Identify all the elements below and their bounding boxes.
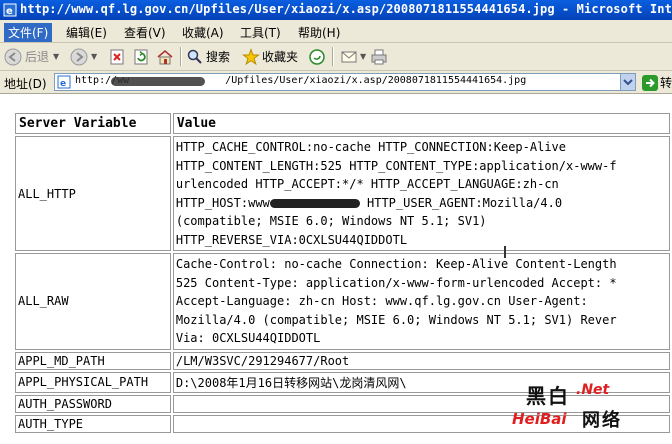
forward-button[interactable]: ▼ (70, 46, 97, 67)
forward-dropdown-icon[interactable]: ▼ (91, 52, 97, 61)
stop-icon (110, 49, 124, 64)
media-icon (309, 48, 325, 65)
media-button[interactable] (308, 46, 326, 67)
page-icon: e (57, 75, 71, 89)
address-input[interactable]: e http://ww/Upfiles/User/xiaozi/x.asp/20… (54, 73, 624, 91)
value-line: 525 Content-Type: application/x-www-form… (175, 275, 617, 290)
watermark-net: .Net (576, 382, 610, 398)
print-button[interactable] (370, 46, 388, 67)
value-line: Via: 0CXLSU44QIDDOTL (175, 331, 321, 345)
back-arrow-icon (4, 48, 22, 65)
watermark-cn-bottom: 网络 (582, 410, 622, 431)
variable-name: AUTH_PASSWORD (15, 394, 171, 413)
back-dropdown-icon[interactable]: ▼ (53, 52, 59, 61)
url-redaction-smudge (111, 77, 205, 86)
value-line: HTTP_REVERSE_VIA:0CXLSU44QIDDOTL (175, 232, 408, 247)
table-header-row: Server Variable Value (15, 113, 670, 134)
value-line: HTTP_CACHE_CONTROL:no-cache HTTP_CONNECT… (175, 140, 566, 154)
table-row: ALL_HTTP HTTP_CACHE_CONTROL:no-cache HTT… (15, 136, 670, 251)
back-label: 后退 (25, 50, 50, 64)
variable-value: /LM/W3SVC/291294677/Root (172, 351, 670, 370)
search-button[interactable]: 搜索 (186, 46, 230, 67)
variable-name: AUTH_TYPE (15, 414, 171, 433)
back-button[interactable]: 后退 ▼ (4, 46, 59, 67)
value-line-part: HTTP_HOST:www (175, 195, 270, 210)
search-label: 搜索 (206, 50, 231, 64)
menu-view[interactable]: 查看(V) (120, 23, 170, 42)
value-line: HTTP_CONTENT_LENGTH:525 HTTP_CONTENT_TYP… (175, 158, 617, 173)
variable-value: Cache-Control: no-cache Connection: Keep… (172, 253, 670, 350)
menu-tools[interactable]: 工具(T) (236, 23, 285, 42)
menu-file[interactable]: 文件(F) (4, 23, 53, 42)
mail-button[interactable]: ▼ (340, 46, 366, 67)
variable-value: HTTP_CACHE_CONTROL:no-cache HTTP_CONNECT… (172, 136, 670, 251)
home-icon (157, 49, 173, 64)
refresh-icon (134, 49, 148, 64)
menu-edit[interactable]: 编辑(E) (62, 23, 111, 42)
address-url-suffix: /Upfiles/User/xiaozi/x.asp/2008071811554… (225, 75, 527, 86)
forward-arrow-icon (70, 48, 88, 65)
chevron-down-icon (623, 79, 633, 86)
home-button[interactable] (156, 46, 174, 67)
address-dropdown-button[interactable] (620, 73, 636, 91)
toolbar-separator (332, 47, 334, 66)
column-header-variable: Server Variable (15, 113, 171, 134)
toolbar-separator (180, 47, 182, 66)
print-icon (371, 49, 387, 64)
variable-name: ALL_RAW (15, 253, 171, 350)
go-label: 转到 (660, 76, 672, 90)
value-line: urlencoded HTTP_ACCEPT:*/* HTTP_ACCEPT_L… (175, 177, 559, 191)
table-row: APPL_MD_PATH /LM/W3SVC/291294677/Root (15, 351, 670, 370)
go-button[interactable]: 转到 (642, 74, 672, 91)
table-row: ALL_RAW Cache-Control: no-cache Connecti… (15, 253, 670, 350)
mail-dropdown-icon[interactable]: ▼ (360, 52, 366, 61)
text-cursor-icon (504, 246, 506, 258)
menu-bar: 文件(F) 编辑(E) 查看(V) 收藏(A) 工具(T) 帮助(H) (0, 20, 672, 43)
favorites-button[interactable]: 收藏夹 (242, 46, 298, 67)
value-line: (compatible; MSIE 6.0; Windows NT 5.1; S… (175, 214, 487, 228)
value-line: Accept-Language: zh-cn Host: www.qf.lg.g… (175, 294, 588, 308)
mail-icon (341, 51, 357, 62)
search-icon (187, 49, 202, 64)
menu-help[interactable]: 帮助(H) (294, 23, 344, 42)
favorites-label: 收藏夹 (262, 50, 299, 64)
column-header-value: Value (172, 113, 670, 134)
watermark-logo: 黑白 .Net HeiBai 网络 (512, 380, 662, 440)
stop-button[interactable] (108, 46, 126, 67)
value-line-part: HTTP_USER_AGENT:Mozilla/4.0 (359, 195, 563, 210)
variable-name: APPL_MD_PATH (15, 351, 171, 370)
variable-name: APPL_PHYSICAL_PATH (15, 371, 171, 393)
svg-text:e: e (6, 6, 13, 17)
redaction-smudge (269, 198, 360, 208)
value-line: Cache-Control: no-cache Connection: Keep… (175, 257, 617, 271)
value-line: Mozilla/4.0 (compatible; MSIE 6.0; Windo… (175, 312, 617, 327)
watermark-heibai: HeiBai (512, 410, 567, 428)
address-label: 地址(D) (4, 77, 47, 91)
title-bar: e http://www.qf.lg.gov.cn/Upfiles/User/x… (0, 0, 672, 20)
refresh-button[interactable] (132, 46, 150, 67)
toolbar: 后退 ▼ ▼ 搜索 收藏夹 ▼ (0, 43, 672, 71)
ie-logo-icon: e (3, 3, 17, 17)
star-icon (242, 47, 260, 65)
window-title: http://www.qf.lg.gov.cn/Upfiles/User/xia… (20, 2, 672, 16)
svg-text:e: e (60, 79, 66, 89)
variable-name: ALL_HTTP (15, 136, 171, 251)
value-line: HTTP_HOST:www HTTP_USER_AGENT:Mozilla/4.… (176, 194, 667, 213)
watermark-cn-top: 黑白 (526, 384, 570, 408)
address-bar: 地址(D) e http://ww/Upfiles/User/xiaozi/x.… (0, 71, 672, 94)
menu-favorites[interactable]: 收藏(A) (178, 23, 228, 42)
go-arrow-icon (642, 74, 658, 91)
